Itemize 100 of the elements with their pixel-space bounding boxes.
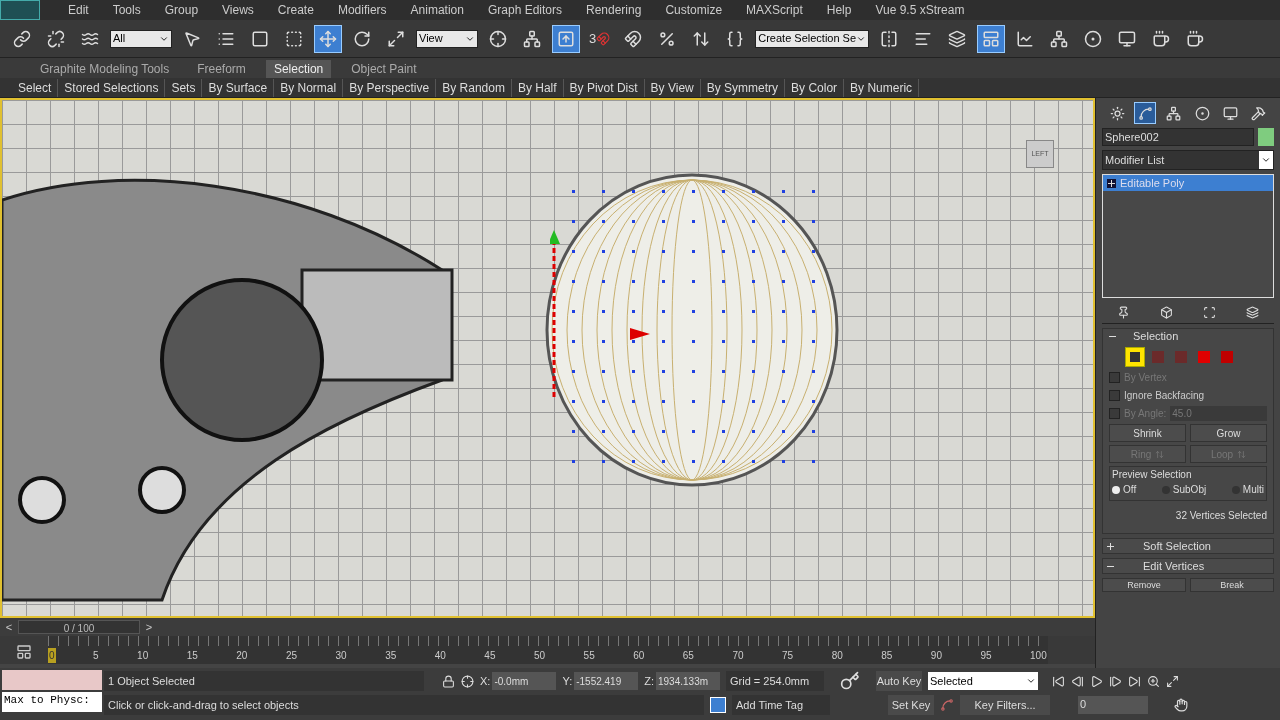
- radio-label: Multi: [1242, 483, 1264, 497]
- time-tag-field[interactable]: Add Time Tag: [732, 695, 830, 715]
- next-key-icon[interactable]: [1109, 674, 1122, 688]
- key-filters-button[interactable]: Key Filters...: [960, 695, 1050, 715]
- play-icon[interactable]: [1090, 674, 1103, 688]
- checkbox[interactable]: [1109, 390, 1120, 401]
- coordinate-field[interactable]: -0.0mm: [492, 672, 557, 690]
- time-tag-icon[interactable]: [710, 697, 726, 713]
- layers-icon[interactable]: [1246, 306, 1259, 319]
- frame-number: 70: [731, 649, 745, 663]
- frame-number: 65: [681, 649, 695, 663]
- menu-item[interactable]: Create: [265, 1, 326, 19]
- color-swatch[interactable]: [1258, 128, 1274, 146]
- coordinate-field[interactable]: 1934.133m: [656, 672, 720, 690]
- selection-status: 32 Vertices Selected: [1174, 509, 1267, 523]
- vertex-level-button[interactable]: [1125, 347, 1145, 367]
- menu-item[interactable]: Group: [152, 1, 211, 19]
- up-arrow-tool[interactable]: [552, 24, 580, 53]
- menu-item[interactable]: Edit: [56, 1, 101, 19]
- panel-icon: [982, 29, 1001, 48]
- ribbon-button[interactable]: Stored Selections: [58, 78, 166, 97]
- box-icon[interactable]: [1160, 306, 1173, 319]
- key-icon[interactable]: [840, 671, 860, 691]
- teapot-icon: [1186, 29, 1205, 48]
- menu-item[interactable]: Graph Editors: [475, 1, 574, 19]
- expand-icon[interactable]: [1108, 179, 1115, 187]
- panel-tool[interactable]: [977, 24, 1006, 53]
- last-frame-icon[interactable]: [1128, 674, 1141, 688]
- plus-icon[interactable]: [1107, 542, 1114, 550]
- auto-key-button[interactable]: Auto Key: [876, 671, 922, 691]
- rollout-header[interactable]: Soft Selection: [1102, 538, 1274, 554]
- move-tool[interactable]: [314, 24, 342, 53]
- frame-field[interactable]: 0: [1078, 696, 1148, 714]
- panel-button[interactable]: Remove: [1102, 578, 1186, 592]
- ribbon-button[interactable]: By Random: [436, 78, 512, 97]
- lock-icon[interactable]: [442, 674, 455, 688]
- zoom-extents-icon[interactable]: [1166, 674, 1179, 688]
- ribbon-button[interactable]: By Color: [785, 78, 845, 97]
- crosshair-icon[interactable]: [461, 674, 474, 688]
- ribbon-button[interactable]: By Numeric: [844, 78, 920, 97]
- ribbon-button[interactable]: By View: [644, 78, 701, 97]
- frame-number: 50: [532, 649, 547, 663]
- listener-input[interactable]: Max to Physc:: [2, 692, 102, 712]
- rollout-header[interactable]: Selection: [1109, 329, 1267, 344]
- frame-counter[interactable]: 0 / 100: [18, 620, 140, 634]
- ribbon-button[interactable]: Sets: [165, 78, 203, 97]
- ribbon-button[interactable]: By Perspective: [343, 78, 437, 97]
- ribbon-tab[interactable]: Freeform: [189, 60, 254, 78]
- dropdown[interactable]: View: [416, 29, 478, 48]
- pin-icon[interactable]: [1117, 306, 1130, 319]
- radio-button[interactable]: [1112, 485, 1120, 494]
- ribbon-button[interactable]: By Symmetry: [700, 78, 786, 97]
- frame-number: 25: [284, 649, 299, 663]
- frame-number: 45: [483, 649, 497, 663]
- minus-icon[interactable]: [1109, 333, 1116, 340]
- object-name-field[interactable]: Sphere002: [1102, 128, 1254, 146]
- ribbon-button[interactable]: By Normal: [274, 78, 344, 97]
- magnet-icon: [596, 31, 611, 46]
- panel-button[interactable]: Break: [1190, 578, 1274, 592]
- snap-toggle[interactable]: 3: [586, 24, 614, 53]
- ribbon-tab[interactable]: Graphite Modeling Tools: [32, 60, 178, 78]
- next-frame-button[interactable]: >: [140, 618, 158, 636]
- ribbon-button[interactable]: Select: [12, 78, 59, 97]
- track-bar[interactable]: 0 5 10 15 20 25 30 35 40 45 50 55 60 65 70 75 80 85 90 95 100: [48, 636, 1048, 664]
- frame-number: 95: [979, 649, 993, 663]
- dropdown[interactable]: All: [110, 29, 172, 48]
- ribbon-button[interactable]: By Pivot Dist: [563, 78, 645, 97]
- axis-label: X:: [480, 673, 491, 689]
- menu-item[interactable]: Views: [210, 1, 266, 19]
- key-mode-dropdown[interactable]: Selected: [928, 672, 1038, 690]
- menu-item[interactable]: Animation: [398, 1, 476, 19]
- first-frame-icon[interactable]: [1052, 674, 1065, 688]
- set-key-button[interactable]: Set Key: [888, 695, 934, 715]
- modifier-list-dropdown[interactable]: Modifier List: [1102, 150, 1274, 170]
- curve-icon[interactable]: [940, 698, 954, 712]
- ribbon-tab[interactable]: Selection: [265, 60, 332, 78]
- menu-item[interactable]: Tools: [100, 1, 153, 19]
- menu-item[interactable]: Help: [814, 1, 864, 19]
- panel-button[interactable]: Shrink: [1109, 424, 1186, 442]
- group-title: Preview Selection: [1112, 468, 1193, 482]
- scan-icon[interactable]: [1203, 306, 1216, 319]
- menu-item[interactable]: Modifiers: [325, 1, 399, 19]
- ribbon-button[interactable]: By Surface: [202, 78, 275, 97]
- previous-key-icon[interactable]: [1071, 674, 1084, 688]
- panel-button[interactable]: Grow: [1190, 424, 1267, 442]
- frame-number: 55: [582, 649, 596, 663]
- curve-tab[interactable]: [1134, 102, 1157, 124]
- menu-item[interactable]: Customize: [653, 1, 735, 19]
- ribbon-tab[interactable]: Object Paint: [343, 60, 425, 78]
- menu-item[interactable]: Rendering: [574, 1, 654, 19]
- rollout-header[interactable]: Edit Vertices: [1102, 558, 1274, 574]
- previous-frame-button[interactable]: <: [0, 618, 18, 636]
- dropdown[interactable]: Create Selection Se: [755, 29, 870, 48]
- zoom-icon[interactable]: [1147, 674, 1160, 688]
- menu-item[interactable]: Vue 9.5 xStream: [863, 1, 977, 19]
- frame-number: 5: [92, 649, 100, 663]
- coordinate-field[interactable]: -1552.419: [574, 672, 639, 690]
- ribbon-button[interactable]: By Half: [511, 78, 564, 97]
- pan-icon[interactable]: [1174, 698, 1188, 712]
- menu-item[interactable]: MAXScript: [734, 1, 815, 19]
